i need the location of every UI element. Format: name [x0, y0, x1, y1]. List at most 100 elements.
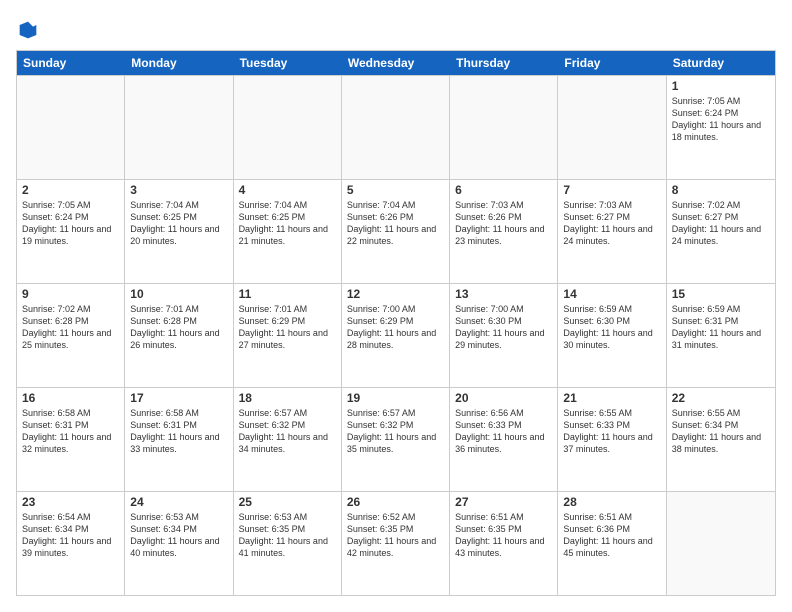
day-number: 1 [672, 79, 770, 93]
calendar-cell [234, 76, 342, 179]
cell-info: Sunrise: 7:01 AM Sunset: 6:29 PM Dayligh… [239, 303, 336, 352]
day-number: 20 [455, 391, 552, 405]
day-number: 4 [239, 183, 336, 197]
calendar-cell: 26 Sunrise: 6:52 AM Sunset: 6:35 PM Dayli… [342, 492, 450, 595]
day-number: 24 [130, 495, 227, 509]
calendar-cell: 12 Sunrise: 7:00 AM Sunset: 6:29 PM Dayli… [342, 284, 450, 387]
calendar-body: 1 Sunrise: 7:05 AM Sunset: 6:24 PM Daylig… [17, 75, 775, 595]
day-number: 25 [239, 495, 336, 509]
cell-info: Sunrise: 6:58 AM Sunset: 6:31 PM Dayligh… [22, 407, 119, 456]
day-number: 18 [239, 391, 336, 405]
cell-info: Sunrise: 6:59 AM Sunset: 6:31 PM Dayligh… [672, 303, 770, 352]
day-number: 26 [347, 495, 444, 509]
day-number: 15 [672, 287, 770, 301]
calendar-cell: 25 Sunrise: 6:53 AM Sunset: 6:35 PM Dayli… [234, 492, 342, 595]
header-day: Monday [125, 51, 233, 75]
calendar-cell: 24Sunrise: 6:53 AM Sunset: 6:34 PM Dayli… [125, 492, 233, 595]
calendar-cell: 1 Sunrise: 7:05 AM Sunset: 6:24 PM Daylig… [667, 76, 775, 179]
header-day: Friday [558, 51, 666, 75]
calendar-cell: 21 Sunrise: 6:55 AM Sunset: 6:33 PM Dayli… [558, 388, 666, 491]
day-number: 22 [672, 391, 770, 405]
calendar-cell [342, 76, 450, 179]
day-number: 9 [22, 287, 119, 301]
calendar-cell: 9 Sunrise: 7:02 AM Sunset: 6:28 PM Daylig… [17, 284, 125, 387]
day-number: 7 [563, 183, 660, 197]
cell-info: Sunrise: 7:02 AM Sunset: 6:28 PM Dayligh… [22, 303, 119, 352]
calendar: SundayMondayTuesdayWednesdayThursdayFrid… [16, 50, 776, 596]
calendar-cell: 2 Sunrise: 7:05 AM Sunset: 6:24 PM Daylig… [17, 180, 125, 283]
calendar-cell: 15 Sunrise: 6:59 AM Sunset: 6:31 PM Dayli… [667, 284, 775, 387]
cell-info: Sunrise: 6:55 AM Sunset: 6:34 PM Dayligh… [672, 407, 770, 456]
calendar-cell: 18 Sunrise: 6:57 AM Sunset: 6:32 PM Dayli… [234, 388, 342, 491]
day-number: 19 [347, 391, 444, 405]
day-number: 10 [130, 287, 227, 301]
day-number: 3 [130, 183, 227, 197]
cell-info: Sunrise: 7:05 AM Sunset: 6:24 PM Dayligh… [22, 199, 119, 248]
cell-info: Sunrise: 7:00 AM Sunset: 6:29 PM Dayligh… [347, 303, 444, 352]
cell-info: Sunrise: 7:03 AM Sunset: 6:26 PM Dayligh… [455, 199, 552, 248]
calendar-cell: 16 Sunrise: 6:58 AM Sunset: 6:31 PM Dayli… [17, 388, 125, 491]
cell-info: Sunrise: 7:02 AM Sunset: 6:27 PM Dayligh… [672, 199, 770, 248]
cell-info: Sunrise: 6:57 AM Sunset: 6:32 PM Dayligh… [239, 407, 336, 456]
cell-info: Sunrise: 6:55 AM Sunset: 6:33 PM Dayligh… [563, 407, 660, 456]
calendar-row: 16 Sunrise: 6:58 AM Sunset: 6:31 PM Dayli… [17, 387, 775, 491]
calendar-row: 1 Sunrise: 7:05 AM Sunset: 6:24 PM Daylig… [17, 75, 775, 179]
cell-info: Sunrise: 7:00 AM Sunset: 6:30 PM Dayligh… [455, 303, 552, 352]
calendar-row: 23Sunrise: 6:54 AM Sunset: 6:34 PM Dayli… [17, 491, 775, 595]
calendar-cell: 22 Sunrise: 6:55 AM Sunset: 6:34 PM Dayli… [667, 388, 775, 491]
cell-info: Sunrise: 7:04 AM Sunset: 6:25 PM Dayligh… [239, 199, 336, 248]
header-day: Wednesday [342, 51, 450, 75]
calendar-cell: 23Sunrise: 6:54 AM Sunset: 6:34 PM Dayli… [17, 492, 125, 595]
cell-info: Sunrise: 6:52 AM Sunset: 6:35 PM Dayligh… [347, 511, 444, 560]
calendar-cell: 20 Sunrise: 6:56 AM Sunset: 6:33 PM Dayli… [450, 388, 558, 491]
header [16, 16, 776, 40]
calendar-row: 2 Sunrise: 7:05 AM Sunset: 6:24 PM Daylig… [17, 179, 775, 283]
calendar-cell: 14Sunrise: 6:59 AM Sunset: 6:30 PM Dayli… [558, 284, 666, 387]
calendar-cell: 28 Sunrise: 6:51 AM Sunset: 6:36 PM Dayli… [558, 492, 666, 595]
calendar-cell: 10 Sunrise: 7:01 AM Sunset: 6:28 PM Dayli… [125, 284, 233, 387]
day-number: 17 [130, 391, 227, 405]
cell-info: Sunrise: 6:51 AM Sunset: 6:36 PM Dayligh… [563, 511, 660, 560]
day-number: 12 [347, 287, 444, 301]
calendar-cell [667, 492, 775, 595]
day-number: 13 [455, 287, 552, 301]
calendar-header: SundayMondayTuesdayWednesdayThursdayFrid… [17, 51, 775, 75]
calendar-cell: 7 Sunrise: 7:03 AM Sunset: 6:27 PM Daylig… [558, 180, 666, 283]
logo-icon [18, 20, 38, 40]
calendar-cell: 19Sunrise: 6:57 AM Sunset: 6:32 PM Dayli… [342, 388, 450, 491]
day-number: 28 [563, 495, 660, 509]
cell-info: Sunrise: 6:53 AM Sunset: 6:35 PM Dayligh… [239, 511, 336, 560]
calendar-cell: 4 Sunrise: 7:04 AM Sunset: 6:25 PM Daylig… [234, 180, 342, 283]
cell-info: Sunrise: 6:58 AM Sunset: 6:31 PM Dayligh… [130, 407, 227, 456]
day-number: 27 [455, 495, 552, 509]
cell-info: Sunrise: 6:59 AM Sunset: 6:30 PM Dayligh… [563, 303, 660, 352]
header-day: Thursday [450, 51, 558, 75]
cell-info: Sunrise: 7:03 AM Sunset: 6:27 PM Dayligh… [563, 199, 660, 248]
day-number: 5 [347, 183, 444, 197]
day-number: 11 [239, 287, 336, 301]
calendar-cell: 11 Sunrise: 7:01 AM Sunset: 6:29 PM Dayli… [234, 284, 342, 387]
calendar-cell: 6 Sunrise: 7:03 AM Sunset: 6:26 PM Daylig… [450, 180, 558, 283]
day-number: 21 [563, 391, 660, 405]
cell-info: Sunrise: 7:01 AM Sunset: 6:28 PM Dayligh… [130, 303, 227, 352]
day-number: 6 [455, 183, 552, 197]
calendar-cell [17, 76, 125, 179]
calendar-row: 9 Sunrise: 7:02 AM Sunset: 6:28 PM Daylig… [17, 283, 775, 387]
day-number: 23 [22, 495, 119, 509]
calendar-cell [558, 76, 666, 179]
calendar-cell: 3Sunrise: 7:04 AM Sunset: 6:25 PM Daylig… [125, 180, 233, 283]
day-number: 8 [672, 183, 770, 197]
calendar-cell: 27Sunrise: 6:51 AM Sunset: 6:35 PM Dayli… [450, 492, 558, 595]
cell-info: Sunrise: 7:05 AM Sunset: 6:24 PM Dayligh… [672, 95, 770, 144]
logo [16, 20, 38, 40]
day-number: 2 [22, 183, 119, 197]
day-number: 16 [22, 391, 119, 405]
calendar-cell: 13 Sunrise: 7:00 AM Sunset: 6:30 PM Dayli… [450, 284, 558, 387]
page: SundayMondayTuesdayWednesdayThursdayFrid… [0, 0, 792, 612]
cell-info: Sunrise: 6:56 AM Sunset: 6:33 PM Dayligh… [455, 407, 552, 456]
header-day: Sunday [17, 51, 125, 75]
calendar-cell [450, 76, 558, 179]
header-day: Saturday [667, 51, 775, 75]
calendar-cell [125, 76, 233, 179]
calendar-cell: 5Sunrise: 7:04 AM Sunset: 6:26 PM Daylig… [342, 180, 450, 283]
